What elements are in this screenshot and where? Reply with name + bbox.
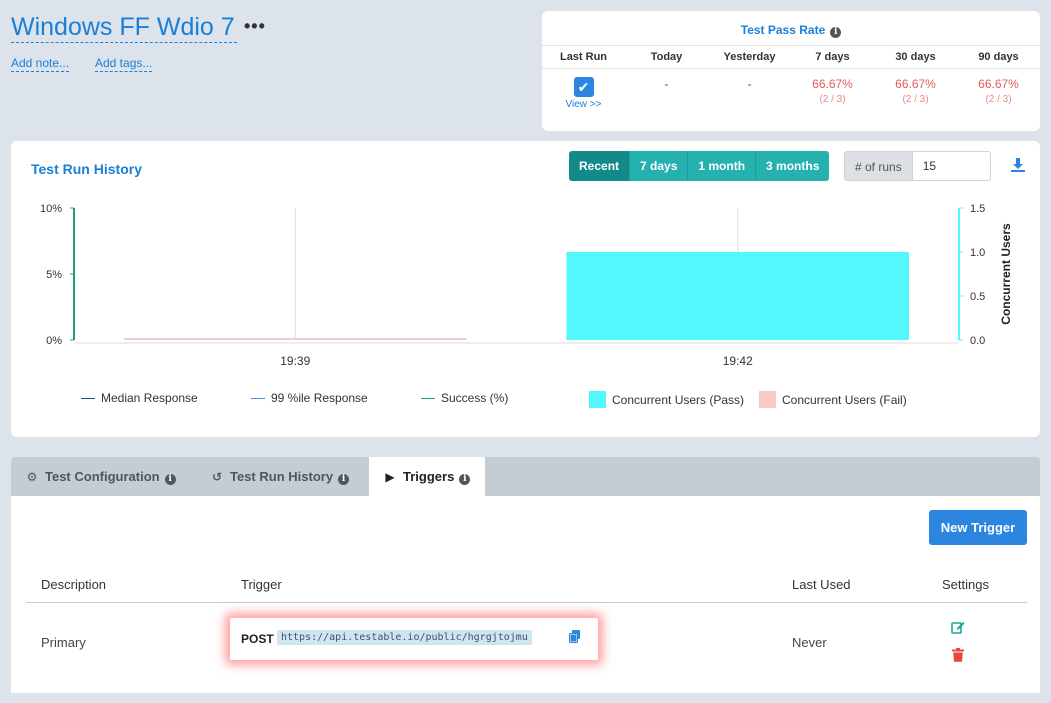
trigger-method: POST [241, 632, 274, 646]
pass-count-90d: (2 / 3) [985, 94, 1012, 105]
test-run-history-card: 10% 5% 0% 1.5 1.0 0.5 0.0 Concurrent Users 19:39… [11, 141, 1040, 437]
range-selector: Recent 7 days 1 month 3 months [569, 151, 830, 181]
trigger-last-used: Never [792, 635, 827, 650]
legend-success[interactable]: Success (%) [421, 391, 508, 405]
pass-rate-30d: 66.67% [895, 77, 936, 91]
tab-test-run-history[interactable]: ↺ Test Run History i [196, 457, 368, 496]
runs-count-group: # of runs [844, 151, 991, 181]
chart-legend: Median Response 99 %ile Response Success… [11, 391, 1040, 411]
range-3-months-button[interactable]: 3 months [756, 151, 830, 181]
more-options-icon[interactable]: ••• [244, 16, 266, 37]
x-tick-label: 19:42 [723, 354, 753, 368]
runs-count-label: # of runs [844, 151, 913, 181]
triggers-panel: New Trigger Description Trigger Last Use… [11, 496, 1040, 693]
header-trigger: Trigger [241, 577, 282, 592]
tab-triggers[interactable]: ▶ Triggers i [369, 457, 485, 496]
range-7-days-button[interactable]: 7 days [630, 151, 689, 181]
col-today: Today [650, 51, 683, 63]
tab-test-configuration[interactable]: ⚙ Test Configuration i [11, 457, 191, 496]
test-title[interactable]: Windows FF Wdio 7 [11, 12, 237, 43]
x-tick-label: 19:39 [280, 354, 310, 368]
col-last-run: Last Run [559, 51, 608, 63]
history-icon: ↺ [211, 470, 223, 484]
trigger-url[interactable]: https://api.testable.io/public/hgrgjtojm… [277, 630, 532, 645]
runs-count-input[interactable] [912, 151, 991, 181]
legend-concurrent-pass[interactable]: Concurrent Users (Pass) [589, 391, 744, 408]
range-recent-button[interactable]: Recent [569, 151, 631, 181]
right-tick-label: 1.0 [970, 247, 985, 259]
add-note-link[interactable]: Add note... [11, 56, 70, 72]
pass-rate-table: Last Run Today Yesterday 7 days 30 days … [542, 45, 1040, 110]
col-90-days: 90 days [978, 51, 1019, 63]
pass-count-7d: (2 / 3) [819, 94, 846, 105]
legend-p99[interactable]: 99 %ile Response [251, 391, 368, 405]
pass-rate-7d: 66.67% [812, 77, 853, 91]
new-trigger-button[interactable]: New Trigger [929, 510, 1027, 545]
last-run-pass-checkbox-icon: ✔ [573, 77, 594, 97]
left-tick-label: 5% [46, 269, 62, 281]
info-icon[interactable]: i [459, 474, 471, 485]
pass-rate-90d: 66.67% [978, 77, 1019, 91]
right-tick-label: 1.5 [970, 203, 985, 215]
history-title: Test Run History [31, 161, 142, 177]
info-icon[interactable]: i [164, 474, 176, 485]
tabs-bar: ⚙ Test Configuration i ↺ Test Run History i … [11, 457, 1040, 496]
left-tick-label: 10% [40, 203, 62, 215]
trigger-endpoint: POST https://api.testable.io/public/hgrg… [230, 618, 598, 660]
play-icon: ▶ [385, 470, 395, 484]
download-icon[interactable] [1010, 157, 1026, 178]
right-tick-label: 0.0 [970, 335, 985, 347]
bar-concurrent-fail [124, 338, 467, 340]
info-icon[interactable]: i [338, 474, 350, 485]
bar-concurrent-pass [566, 252, 909, 340]
right-tick-label: 0.5 [970, 291, 985, 303]
col-30-days: 30 days [895, 51, 936, 63]
add-tags-link[interactable]: Add tags... [95, 56, 153, 72]
gear-icon: ⚙ [26, 470, 38, 484]
trash-icon[interactable] [952, 648, 964, 667]
col-yesterday: Yesterday [723, 51, 776, 63]
header-last-used: Last Used [792, 577, 851, 592]
trigger-description: Primary [41, 635, 86, 650]
edit-icon[interactable] [951, 620, 965, 639]
yesterday-value: - [747, 77, 752, 91]
pass-count-30d: (2 / 3) [902, 94, 929, 105]
test-pass-rate-card: Test Pass Rate i Last Run Today Yesterday… [542, 11, 1040, 131]
range-1-month-button[interactable]: 1 month [688, 151, 757, 181]
pass-rate-title: Test Pass Rate [740, 23, 826, 37]
copy-icon[interactable] [569, 630, 581, 648]
legend-median[interactable]: Median Response [81, 391, 198, 405]
col-7-days: 7 days [815, 51, 850, 63]
left-tick-label: 0% [46, 335, 62, 347]
header-settings: Settings [942, 577, 989, 592]
today-value: - [664, 77, 669, 91]
header-description: Description [41, 577, 107, 592]
y2-axis-title: Concurrent Users [999, 223, 1013, 325]
view-last-run-link[interactable]: View >> [542, 99, 625, 110]
table-header-divider [26, 602, 1027, 603]
legend-concurrent-fail[interactable]: Concurrent Users (Fail) [759, 391, 907, 408]
info-icon[interactable]: i [830, 27, 842, 38]
